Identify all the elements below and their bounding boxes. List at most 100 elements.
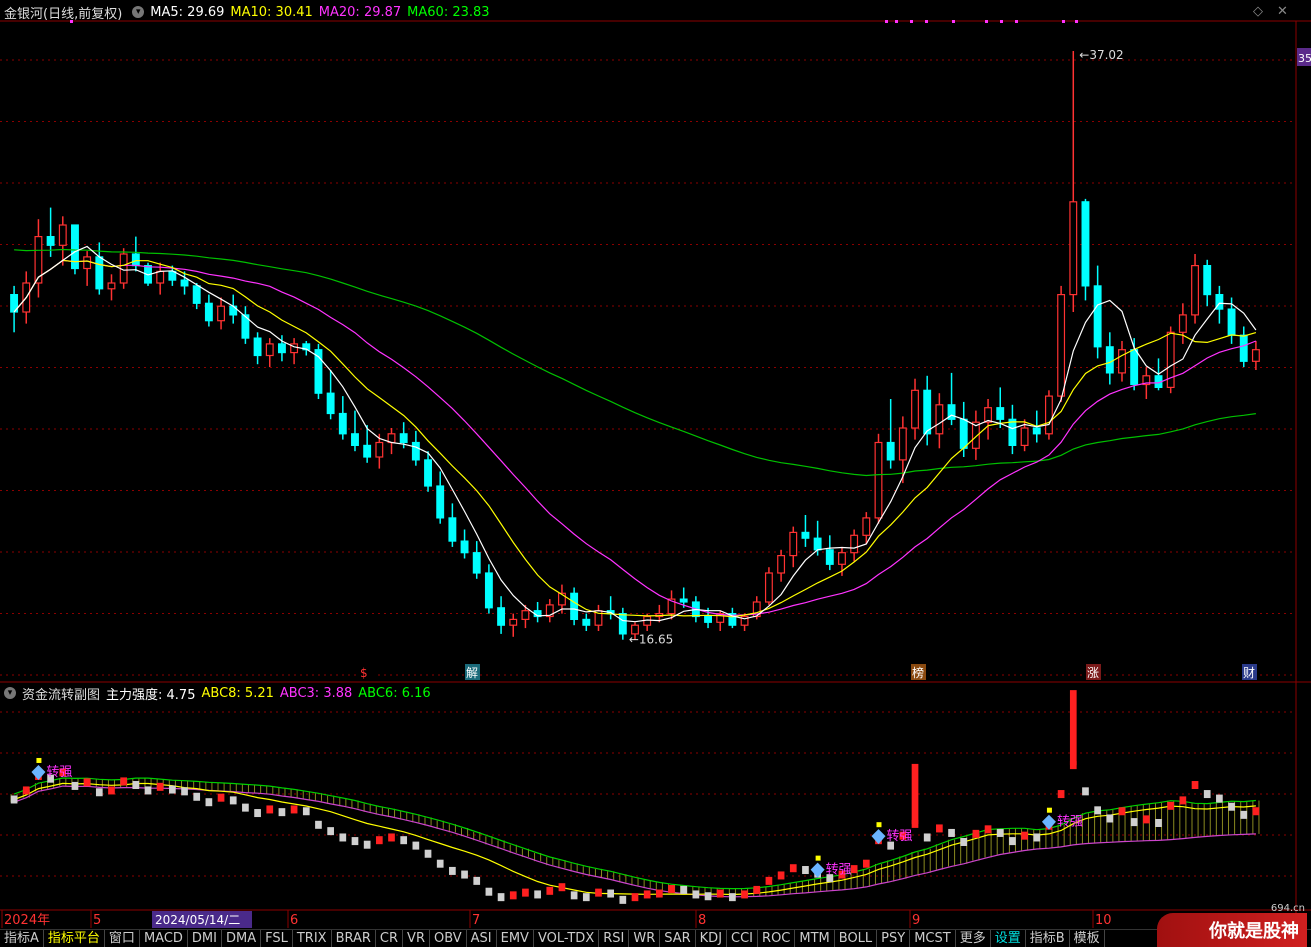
candle-body	[838, 552, 846, 565]
candle	[618, 607, 627, 640]
candle-body	[1227, 308, 1236, 336]
tab-1[interactable]: 指标平台	[44, 930, 105, 947]
tab-13[interactable]: EMV	[497, 930, 534, 947]
strength-bar	[242, 803, 249, 812]
candle-body	[1093, 285, 1102, 348]
tab-10[interactable]: VR	[403, 930, 430, 947]
candle	[740, 613, 749, 631]
candle-body	[448, 517, 457, 542]
candle-body	[411, 441, 420, 461]
candle-body	[1130, 349, 1139, 386]
tab-12[interactable]: ASI	[467, 930, 497, 947]
close-icon[interactable]: ✕	[1277, 4, 1288, 19]
candle-body	[265, 343, 274, 357]
candle-body	[764, 572, 773, 603]
strength-bar	[607, 889, 614, 898]
candle-body	[704, 615, 712, 623]
stock-title: 金银河(日线,前复权)	[4, 6, 123, 22]
candle-body	[1044, 395, 1053, 435]
strength-bar	[278, 808, 286, 817]
strength-bar	[1155, 818, 1162, 827]
candle	[1178, 303, 1187, 344]
candle-body	[874, 441, 883, 519]
candle	[1057, 285, 1066, 402]
strength-bar	[668, 885, 675, 894]
tab-5[interactable]: DMA	[222, 930, 262, 947]
abc6-label: ABC6: 6.16	[358, 685, 431, 701]
tab-6[interactable]: FSL	[261, 930, 293, 947]
tab-11[interactable]: OBV	[430, 930, 467, 947]
strength-bar	[181, 787, 188, 796]
tab-25[interactable]: 更多	[956, 930, 991, 947]
candle-body	[959, 418, 968, 449]
candle	[351, 410, 359, 452]
diamond-icon[interactable]: ◇	[1253, 4, 1263, 19]
candle-body	[886, 441, 895, 461]
strength-bar	[400, 836, 408, 845]
strength-bar	[1191, 781, 1199, 790]
candle	[424, 451, 432, 492]
tab-4[interactable]: DMI	[188, 930, 222, 947]
candle	[533, 602, 542, 623]
strength-bar	[424, 849, 432, 858]
dropdown-icon[interactable]: ▾	[132, 6, 145, 18]
candle-body	[1069, 201, 1078, 296]
candle	[509, 613, 518, 637]
tab-14[interactable]: VOL-TDX	[534, 930, 600, 947]
strength-bar	[22, 786, 30, 795]
candle-body	[923, 389, 932, 435]
candle-body	[326, 392, 335, 415]
strength-bar	[1106, 814, 1114, 823]
strength-bar	[656, 889, 663, 898]
tab-22[interactable]: BOLL	[835, 930, 878, 947]
abc3-label: ABC3: 3.88	[279, 685, 353, 701]
tab-28[interactable]: 模板	[1070, 930, 1105, 947]
candle	[83, 251, 92, 286]
strength-bar	[753, 885, 761, 894]
strength-bar	[375, 836, 383, 845]
candle-body	[618, 612, 627, 635]
candle	[801, 515, 810, 547]
candle-body	[460, 540, 469, 554]
tab-27[interactable]: 指标B	[1026, 930, 1070, 947]
strength-bar	[217, 793, 225, 802]
tab-24[interactable]: MCST	[910, 930, 956, 947]
strength-bar	[850, 865, 858, 874]
diamond-icon	[871, 829, 886, 845]
sub-title: 资金流转副图	[22, 687, 101, 703]
tab-17[interactable]: SAR	[660, 930, 696, 947]
ma10-label: MA10: 30.41	[230, 4, 313, 20]
tab-15[interactable]: RSI	[599, 930, 630, 947]
tab-18[interactable]: KDJ	[696, 930, 728, 947]
candle	[545, 599, 554, 623]
tab-3[interactable]: MACD	[140, 930, 188, 947]
tab-23[interactable]: PSY	[877, 930, 911, 947]
tab-7[interactable]: TRIX	[293, 930, 332, 947]
tab-19[interactable]: CCI	[727, 930, 759, 947]
strength-bar	[546, 886, 554, 895]
candle-body	[204, 302, 213, 322]
candle-body	[1020, 427, 1029, 446]
date-label: 5	[93, 913, 101, 928]
candle	[789, 526, 798, 568]
tab-20[interactable]: ROC	[758, 930, 796, 947]
tab-2[interactable]: 窗口	[105, 930, 140, 947]
tab-8[interactable]: BRAR	[332, 930, 376, 947]
strength-bar	[1252, 807, 1260, 816]
tab-26[interactable]: 设置	[991, 930, 1026, 947]
kline-chart[interactable]: ←37.02←16.6535$ 解榜涨财转强转强转强转强2024年 5 6 7 8 9 102…	[0, 0, 1311, 929]
signal-dot	[1015, 20, 1018, 23]
candle	[253, 332, 262, 365]
strength-bar	[1057, 790, 1065, 799]
candle	[436, 471, 445, 524]
tab-21[interactable]: MTM	[795, 930, 835, 947]
tab-0[interactable]: 指标A	[0, 930, 44, 947]
strength-bar	[595, 888, 602, 897]
candle-body	[436, 485, 445, 519]
tab-9[interactable]: CR	[376, 930, 404, 947]
strength-bar	[205, 798, 213, 807]
strength-bar	[1228, 802, 1235, 811]
tab-16[interactable]: WR	[629, 930, 661, 947]
sub-dropdown-icon[interactable]: ▾	[4, 687, 16, 699]
strength-bar	[972, 829, 980, 838]
